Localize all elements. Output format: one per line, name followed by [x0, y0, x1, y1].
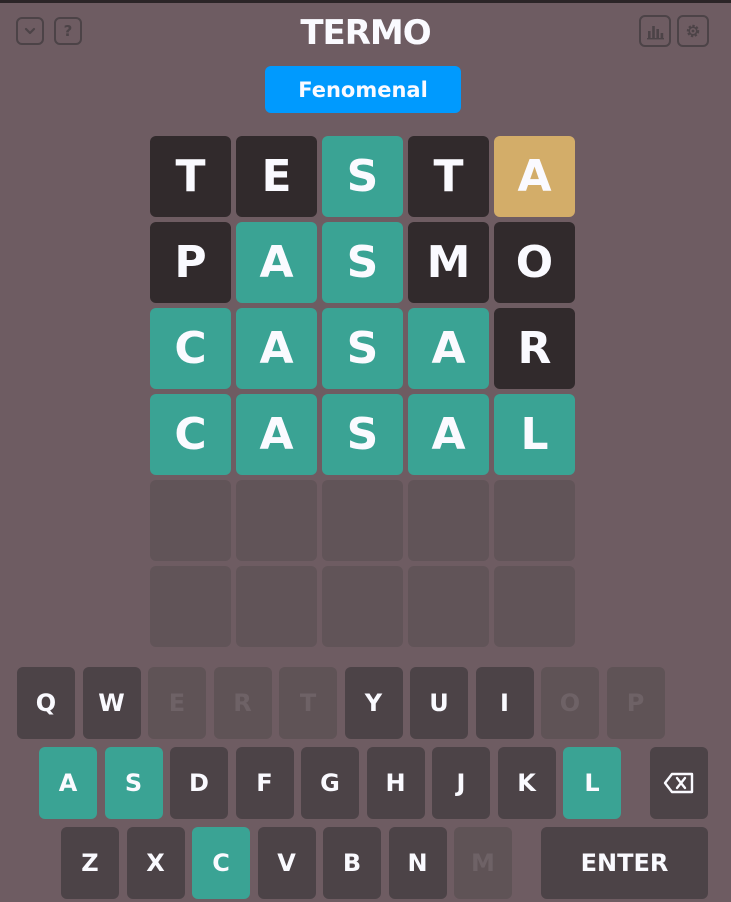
stats-icon: [647, 26, 664, 40]
board-tile: [408, 566, 489, 647]
key-d[interactable]: D: [170, 747, 228, 819]
board-row: [150, 566, 575, 647]
backspace-icon: [663, 772, 694, 794]
board-tile: C: [150, 308, 231, 389]
board-tile: C: [150, 394, 231, 475]
board-tile: [494, 480, 575, 561]
key-r[interactable]: R: [213, 667, 272, 739]
board-tile: [322, 480, 403, 561]
key-o[interactable]: O: [541, 667, 599, 739]
board-row: CASAR: [150, 308, 575, 389]
key-i[interactable]: I: [475, 667, 534, 739]
key-f[interactable]: F: [235, 747, 294, 819]
board-tile: T: [408, 136, 489, 217]
key-t[interactable]: T: [279, 667, 337, 739]
board-tile: [150, 480, 231, 561]
board-tile: S: [322, 394, 403, 475]
board-tile: S: [322, 308, 403, 389]
board-tile: [150, 566, 231, 647]
stats-button[interactable]: [639, 15, 671, 47]
board-tile: [322, 566, 403, 647]
key-w[interactable]: W: [82, 667, 141, 739]
board-row: [150, 480, 575, 561]
key-v[interactable]: V: [257, 827, 316, 899]
enter-key[interactable]: ENTER: [541, 827, 708, 899]
key-q[interactable]: Q: [17, 667, 75, 739]
key-m[interactable]: M: [454, 827, 512, 899]
key-n[interactable]: N: [388, 827, 447, 899]
app-title: TERMO: [300, 13, 431, 53]
board-tile: E: [236, 136, 317, 217]
key-j[interactable]: J: [432, 747, 490, 819]
key-b[interactable]: B: [323, 827, 381, 899]
key-p[interactable]: P: [606, 667, 665, 739]
board-tile: [236, 566, 317, 647]
settings-button[interactable]: [677, 15, 709, 47]
key-x[interactable]: X: [126, 827, 185, 899]
board-row: PASMO: [150, 222, 575, 303]
key-u[interactable]: U: [410, 667, 468, 739]
board-tile: R: [494, 308, 575, 389]
key-l[interactable]: L: [563, 747, 621, 819]
key-c[interactable]: C: [192, 827, 250, 899]
key-e[interactable]: E: [148, 667, 206, 739]
backspace-key[interactable]: [650, 747, 708, 819]
board-row: CASAL: [150, 394, 575, 475]
key-k[interactable]: K: [497, 747, 556, 819]
key-h[interactable]: H: [366, 747, 425, 819]
board-tile: A: [408, 394, 489, 475]
board-tile: P: [150, 222, 231, 303]
board-tile: [408, 480, 489, 561]
board-tile: A: [236, 394, 317, 475]
key-g[interactable]: G: [301, 747, 359, 819]
key-a[interactable]: A: [39, 747, 97, 819]
board-tile: A: [236, 308, 317, 389]
board-tile: [236, 480, 317, 561]
board-row: TESTA: [150, 136, 575, 217]
board-tile: S: [322, 136, 403, 217]
game-board: TESTAPASMOCASARCASAL: [150, 136, 575, 652]
gear-icon: [686, 24, 700, 38]
board-tile: M: [408, 222, 489, 303]
key-z[interactable]: Z: [61, 827, 119, 899]
board-tile: A: [494, 136, 575, 217]
result-toast: Fenomenal: [265, 66, 461, 113]
board-tile: T: [150, 136, 231, 217]
board-tile: A: [236, 222, 317, 303]
board-tile: [494, 566, 575, 647]
board-tile: O: [494, 222, 575, 303]
key-s[interactable]: S: [104, 747, 163, 819]
key-y[interactable]: Y: [344, 667, 403, 739]
board-tile: S: [322, 222, 403, 303]
board-tile: A: [408, 308, 489, 389]
board-tile: L: [494, 394, 575, 475]
